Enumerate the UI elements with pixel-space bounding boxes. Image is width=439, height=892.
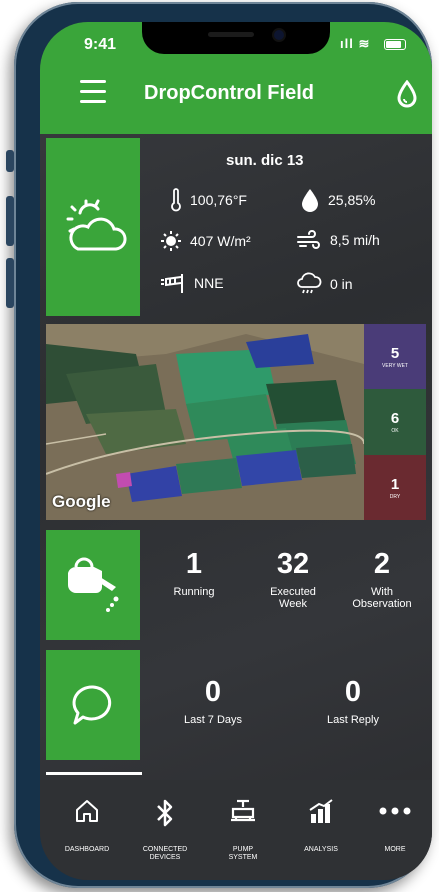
bottom-navigation: DASHBOARD CONNECTED DEVICES PUMP SYSTEM AN…	[40, 780, 432, 880]
wind-icon	[297, 230, 320, 249]
signal-wifi-icon: ıll ≋	[340, 36, 371, 51]
legend-ok[interactable]: 6 OK	[364, 389, 426, 455]
bluetooth-icon	[157, 799, 173, 827]
nav-analysis-label: ANALYSIS	[304, 846, 338, 853]
status-time: 9:41	[84, 36, 117, 53]
nav-dashboard-label: DASHBOARD	[64, 846, 110, 853]
more-dots-icon	[379, 807, 411, 815]
field-map[interactable]: Google 5 VERY WET 6 OK 1 DRY	[46, 324, 426, 520]
wind-direction-value: NNE	[194, 275, 224, 291]
observation-value: 2	[373, 548, 391, 580]
irrigation-card[interactable]: 1 Running 32 Executed Week 2 With Observ…	[46, 530, 426, 640]
battery-icon	[384, 39, 406, 50]
chart-bars-icon	[309, 799, 333, 823]
nav-connected-devices[interactable]: CONNECTED DEVICES	[126, 780, 204, 880]
last7-value: 0	[204, 676, 222, 708]
last7-label: Last 7 Days	[183, 714, 243, 726]
watering-can-icon	[68, 557, 119, 612]
satellite-map[interactable]	[46, 324, 365, 520]
legend-dry-count: 1	[390, 475, 400, 493]
radiation-value: 407 W/m²	[190, 233, 251, 249]
page-title: DropControl Field	[144, 82, 314, 104]
messages-icon-box	[46, 650, 140, 760]
temperature-value: 100,76°F	[190, 192, 247, 208]
nav-more[interactable]: MORE	[356, 780, 432, 880]
windsock-icon	[161, 274, 183, 293]
running-label: Running	[173, 586, 215, 598]
volume-up-button	[6, 196, 14, 246]
last-reply-label: Last Reply	[327, 714, 379, 726]
legend-dry[interactable]: 1 DRY	[364, 455, 426, 520]
wind-direction-item: NNE	[160, 272, 224, 294]
legend-ok-label: OK	[391, 428, 399, 434]
thermometer-icon	[171, 188, 181, 212]
scroll-indicator	[46, 772, 142, 775]
humidity-drop-icon	[302, 189, 318, 212]
executed-sublabel: Week	[279, 598, 307, 610]
nav-devices-label: CONNECTED	[142, 846, 188, 853]
nav-devices-sublabel: DEVICES	[149, 854, 181, 861]
notch	[142, 22, 330, 54]
chat-bubble-icon	[72, 685, 112, 725]
rain-cloud-icon	[297, 272, 322, 294]
app-screen: 9:41 ıll ≋ DropControl Field sun. dic 13	[40, 22, 432, 880]
sun-icon	[161, 231, 181, 251]
executed-stat: 32 Executed Week	[258, 548, 328, 610]
rain-item: 0 in	[296, 272, 353, 296]
temperature-item: 100,76°F	[170, 188, 247, 212]
executed-label: Executed	[270, 586, 316, 598]
executed-value: 32	[276, 548, 310, 580]
rain-value: 0 in	[330, 276, 353, 292]
last-reply-stat: 0 Last Reply	[308, 676, 398, 726]
nav-pump-label: PUMP	[232, 846, 254, 853]
last7-stat: 0 Last 7 Days	[168, 676, 258, 726]
humidity-value: 25,85%	[328, 192, 376, 208]
running-value: 1	[185, 548, 203, 580]
weather-card[interactable]: sun. dic 13 100,76°F 25,85% 407 W/m² 8,5…	[46, 138, 426, 316]
nav-pump-sublabel: SYSTEM	[228, 854, 258, 861]
nav-analysis[interactable]: ANALYSIS	[282, 780, 360, 880]
radiation-item: 407 W/m²	[160, 230, 251, 252]
home-icon	[76, 800, 98, 822]
volume-down-button	[6, 258, 14, 308]
mute-switch	[6, 150, 14, 172]
nav-dashboard[interactable]: DASHBOARD	[48, 780, 126, 880]
nav-more-label: MORE	[384, 846, 406, 853]
messages-card[interactable]: 0 Last 7 Days 0 Last Reply	[46, 650, 426, 760]
hamburger-menu-icon[interactable]	[80, 80, 106, 104]
water-drop-icon[interactable]	[396, 80, 418, 108]
weather-icon-box	[46, 138, 140, 316]
observation-sublabel: Observation	[352, 598, 412, 610]
legend-very-wet-label: VERY WET	[382, 362, 408, 369]
observation-stat: 2 With Observation	[338, 548, 426, 610]
wind-speed-item: 8,5 mi/h	[296, 230, 380, 250]
legend-very-wet[interactable]: 5 VERY WET	[364, 324, 426, 389]
humidity-item: 25,85%	[300, 188, 375, 212]
last-reply-value: 0	[344, 676, 362, 708]
partly-sunny-icon	[66, 199, 127, 251]
map-attribution: Google	[52, 492, 111, 511]
observation-label: With	[371, 586, 393, 598]
pump-icon	[231, 799, 255, 822]
legend-very-wet-count: 5	[390, 344, 400, 362]
running-stat: 1 Running	[164, 548, 224, 598]
irrigation-icon-box	[46, 530, 140, 640]
legend-ok-count: 6	[390, 410, 400, 427]
legend-dry-label: DRY	[389, 493, 401, 500]
weather-date: sun. dic 13	[226, 152, 304, 169]
wind-speed-value: 8,5 mi/h	[330, 232, 380, 248]
nav-pump-system[interactable]: PUMP SYSTEM	[204, 780, 282, 880]
